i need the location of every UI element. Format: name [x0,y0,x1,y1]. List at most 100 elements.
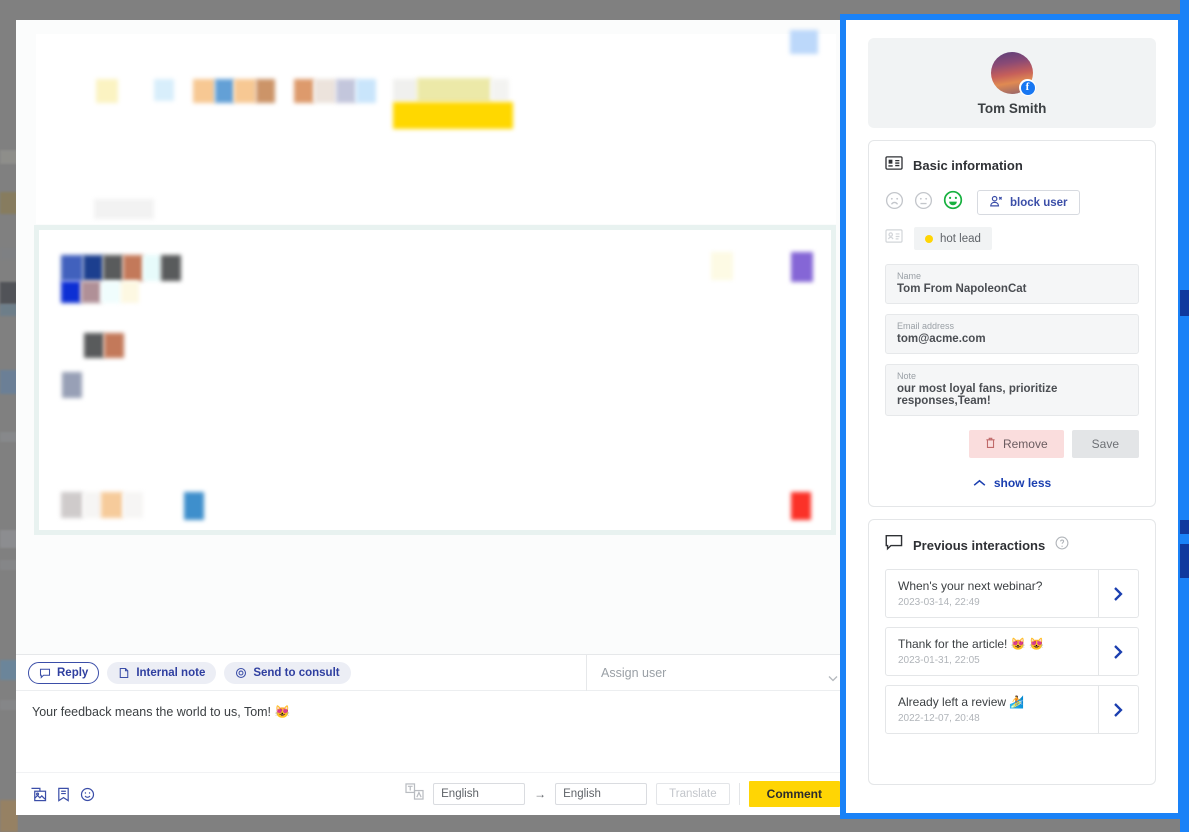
list-item[interactable]: Thank for the article! 😻 😻 2023-01-31, 2… [885,627,1139,676]
emoji-icon[interactable] [80,787,95,802]
contact-card-icon [885,155,903,176]
assign-user-placeholder: Assign user [601,666,667,680]
tab-send-to-consult[interactable]: Send to consult [224,661,351,684]
redacted-block [104,333,124,358]
redacted-block [336,79,356,103]
message-card[interactable] [36,30,836,224]
interaction-text: Already left a review 🏄 [898,695,1025,709]
insert-image-icon[interactable] [30,787,47,802]
chevron-right-icon[interactable] [1098,628,1138,675]
window-scrollbar[interactable] [1180,0,1189,832]
composer-footer: English → English Translate Comment [16,772,854,815]
redacted-block [62,372,82,398]
target-language-select[interactable]: English [555,783,648,805]
chevron-right-icon[interactable] [1098,570,1138,617]
redacted-block [256,79,275,103]
redacted-block [193,79,215,103]
redacted-block [314,79,336,103]
interaction-date: 2023-03-14, 22:49 [898,597,980,608]
tag-row: hot lead [885,227,1139,250]
chevron-up-icon [973,476,986,490]
redacted-block [94,199,154,219]
redacted-block [101,492,123,518]
email-field-label: Email address [897,321,955,331]
footer-divider [738,783,740,805]
scrollbar-marker [1180,520,1189,534]
redacted-block [61,255,83,281]
chat-bubble-icon [885,534,903,556]
reply-bubble-icon [39,667,51,679]
mood-sad-icon[interactable] [885,191,904,215]
conversation-panel: Reply Internal note Send to consult Assi… [16,20,854,815]
tab-reply[interactable]: Reply [28,661,100,684]
reply-input-text: Your feedback means the world to us, Tom… [32,705,291,719]
scrollbar-thumb[interactable] [1180,290,1189,316]
interaction-content: Already left a review 🏄 2022-12-07, 20:4… [886,686,1098,733]
customer-details-sidebar[interactable]: f Tom Smith Basic information block user… [846,20,1178,813]
redacted-block [123,492,143,518]
redacted-block [61,281,81,303]
redacted-block [61,492,83,518]
facebook-icon: f [1019,79,1036,96]
mood-happy-icon[interactable] [943,190,963,215]
name-field[interactable]: Name Tom From NapoleonCat [885,264,1139,304]
reply-input-area[interactable]: Your feedback means the world to us, Tom… [16,691,854,783]
comment-submit-label: Comment [766,787,822,801]
contact-card-outline-icon [885,228,903,249]
tab-reply-label: Reply [57,666,89,679]
consult-icon [235,667,247,679]
list-item[interactable]: When's your next webinar? 2023-03-14, 22… [885,569,1139,618]
comment-submit-button[interactable]: Comment [748,781,840,807]
interaction-text: Thank for the article! 😻 😻 [898,637,1044,651]
composer-tab-bar: Reply Internal note Send to consult Assi… [16,655,854,691]
redacted-block [121,281,139,303]
redacted-block [184,492,204,520]
tab-internal-note[interactable]: Internal note [107,661,217,684]
mood-neutral-icon[interactable] [914,191,933,215]
saved-reply-icon[interactable] [56,787,71,802]
interaction-date: 2022-12-07, 20:48 [898,713,980,724]
target-language-value: English [563,788,601,800]
redacted-block [103,255,123,281]
block-user-button[interactable]: block user [977,190,1080,215]
help-circle-icon[interactable] [1055,536,1069,555]
translate-button[interactable]: Translate [656,783,730,805]
name-field-value: Tom From NapoleonCat [897,283,1027,295]
note-field-value: our most loyal fans, prioritize response… [897,383,1058,407]
conversation-scroll-area[interactable] [16,20,854,654]
basic-information-title: Basic information [913,158,1023,173]
source-language-select[interactable]: English [433,783,526,805]
profile-card: f Tom Smith [868,38,1156,128]
note-field-label: Note [897,371,917,381]
redacted-block [84,333,104,358]
tab-send-to-consult-label: Send to consult [253,666,340,679]
scrollbar-thumb-main[interactable] [1180,544,1189,578]
previous-interactions-header: Previous interactions [885,534,1139,556]
email-field[interactable]: Email address tom@acme.com [885,314,1139,354]
arrow-right-icon: → [534,787,547,801]
message-card-highlighted[interactable] [34,225,836,535]
previous-interactions-card: Previous interactions When's your next w… [868,519,1156,785]
redacted-block [234,79,256,103]
show-less-toggle[interactable]: show less [885,476,1139,490]
redacted-block [96,79,118,103]
customer-details-sidebar-highlight: f Tom Smith Basic information block user… [840,14,1184,819]
mood-selector: block user [885,190,1139,215]
remove-button[interactable]: Remove [968,430,1064,458]
assign-user-select[interactable]: Assign user [586,655,854,691]
list-item[interactable]: Already left a review 🏄 2022-12-07, 20:4… [885,685,1139,734]
interaction-text: When's your next webinar? [898,579,1043,593]
interaction-content: When's your next webinar? 2023-03-14, 22… [886,570,1098,617]
note-field[interactable]: Note our most loyal fans, prioritize res… [885,364,1139,416]
redacted-block [83,492,101,518]
basic-info-actions: Remove Save [885,430,1139,458]
save-button[interactable]: Save [1071,430,1139,458]
translate-button-label: Translate [669,788,717,800]
redacted-block [83,255,103,281]
block-user-icon [989,195,1003,210]
redacted-block [154,79,174,101]
chevron-right-icon[interactable] [1098,686,1138,733]
tag-hot-lead[interactable]: hot lead [914,227,992,250]
translate-icon[interactable] [405,783,424,805]
avatar[interactable]: f [991,52,1036,96]
